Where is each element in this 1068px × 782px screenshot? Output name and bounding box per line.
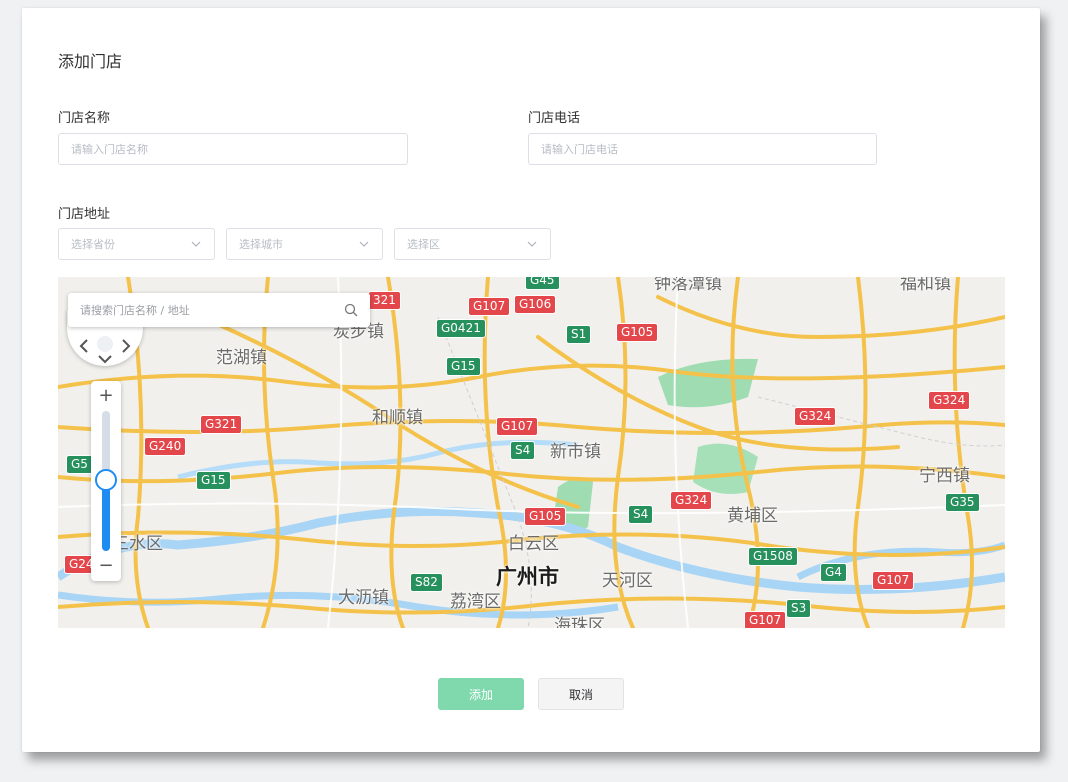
map-view[interactable]: 钟落潭镇 福和镇 范湖镇 炭步镇 和顺镇 新市镇 宁西镇 黄埔区 三水区 白云区… (58, 277, 1005, 628)
road-shield: G240 (144, 437, 187, 456)
road-shield: S3 (786, 599, 812, 618)
map-place-label: 海珠区 (554, 616, 605, 628)
road-shield: G107 (872, 571, 915, 590)
map-place-label: 范湖镇 (216, 348, 267, 368)
road-shield: G4 (820, 563, 847, 582)
road-shield: 321 (368, 291, 401, 310)
road-shield: G324 (670, 491, 713, 510)
road-shield: G15 (196, 471, 231, 490)
map-place-label: 宁西镇 (919, 466, 970, 486)
zoom-out-button[interactable]: − (91, 555, 121, 577)
store-phone-label: 门店电话 (528, 111, 581, 126)
page-title: 添加门店 (58, 52, 123, 71)
road-shield: G107 (468, 297, 511, 316)
road-shield: S4 (510, 441, 536, 460)
map-place-label: 天河区 (602, 571, 653, 591)
map-search-box[interactable]: 请搜索门店名称 / 地址 (68, 293, 370, 327)
store-phone-input[interactable]: 请输入门店电话 (528, 133, 877, 165)
map-place-label: 新市镇 (550, 442, 601, 462)
road-shield: G35 (945, 493, 980, 512)
road-shield: G324 (928, 391, 971, 410)
map-place-label: 白云区 (508, 534, 559, 554)
zoom-in-button[interactable]: + (91, 385, 121, 407)
chevron-down-icon (527, 241, 537, 247)
map-city-label: 广州市 (496, 565, 559, 589)
map-place-label: 福和镇 (900, 277, 951, 294)
zoom-slider-handle[interactable] (95, 469, 117, 491)
district-select[interactable]: 选择区 (394, 228, 551, 260)
province-select-placeholder: 选择省份 (71, 238, 115, 251)
province-select[interactable]: 选择省份 (58, 228, 215, 260)
map-place-label: 大沥镇 (338, 588, 389, 608)
district-select-placeholder: 选择区 (407, 238, 440, 251)
cancel-button[interactable]: 取消 (538, 678, 624, 710)
map-place-label: 荔湾区 (450, 592, 501, 612)
road-shield: G1508 (748, 547, 798, 566)
road-shield: G107 (496, 417, 539, 436)
store-name-input[interactable]: 请输入门店名称 (58, 133, 408, 165)
road-shield: G324 (794, 407, 837, 426)
road-shield: G45 (525, 277, 560, 290)
add-store-card: 添加门店 门店名称 请输入门店名称 门店电话 请输入门店电话 门店地址 选择省份… (22, 8, 1040, 752)
map-zoom-control: + − (91, 381, 121, 581)
add-button[interactable]: 添加 (438, 678, 524, 710)
city-select[interactable]: 选择城市 (226, 228, 383, 260)
road-shield: G105 (616, 323, 659, 342)
map-search-placeholder: 请搜索门店名称 / 地址 (80, 304, 190, 317)
road-shield: G0421 (436, 319, 486, 338)
road-shield: S4 (628, 505, 654, 524)
search-icon[interactable] (344, 303, 358, 317)
map-place-label: 和顺镇 (372, 408, 423, 428)
road-shield: G106 (514, 295, 557, 314)
road-shield: S1 (566, 325, 592, 344)
road-shield: G321 (200, 415, 243, 434)
road-shield: G5 (66, 455, 93, 474)
road-shield: G105 (524, 507, 567, 526)
map-place-label: 黄埔区 (727, 506, 778, 526)
road-shield: G107 (744, 611, 787, 628)
map-place-label: 钟落潭镇 (654, 277, 722, 294)
chevron-down-icon (359, 241, 369, 247)
city-select-placeholder: 选择城市 (239, 238, 283, 251)
road-shield: G15 (446, 357, 481, 376)
road-shield: S82 (410, 573, 443, 592)
store-name-label: 门店名称 (58, 111, 111, 126)
store-address-label: 门店地址 (58, 207, 111, 222)
chevron-down-icon (191, 241, 201, 247)
